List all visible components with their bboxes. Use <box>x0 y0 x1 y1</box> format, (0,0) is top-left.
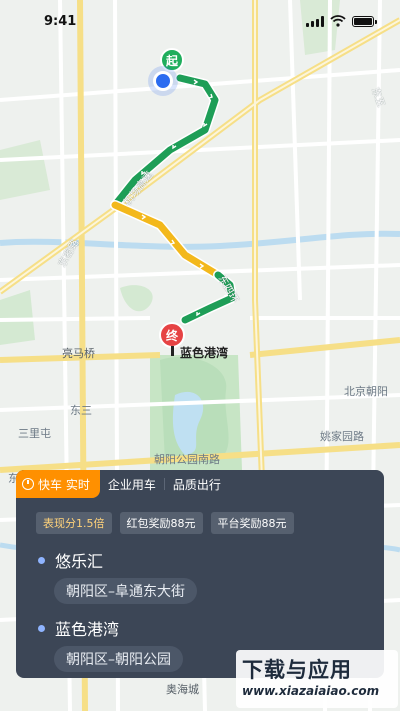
place-label-chaoyang-park-south: 朝阳公园南路 <box>154 453 220 466</box>
end-pin-stem <box>171 346 174 356</box>
dropoff-dot-icon <box>38 624 45 632</box>
badge-platform: 平台奖励88元 <box>210 512 294 534</box>
badge-performance: 表现分1.5倍 <box>36 512 112 534</box>
place-label-aohaicheng: 奥海城 <box>166 683 199 696</box>
tab-label: 企业用车 <box>107 477 156 492</box>
tab-premium[interactable]: 品质出行 <box>165 470 229 498</box>
place-label-liangmaqiao: 亮马桥 <box>62 347 95 360</box>
tab-express-realtime[interactable]: 快车 实时 <box>16 470 100 498</box>
tab-label: 快车 实时 <box>38 477 90 492</box>
ride-type-tabs: 快车 实时 企业用车 品质出行 <box>16 470 384 498</box>
watermark-title: 下载与应用 <box>242 658 352 682</box>
place-label-sanlitun: 三里屯 <box>18 427 51 440</box>
current-location-dot <box>153 71 173 91</box>
reward-badges: 表现分1.5倍 红包奖励88元 平台奖励88元 <box>16 498 384 534</box>
tab-label: 品质出行 <box>172 477 221 492</box>
dropoff-address: 朝阳区–朝阳公园 <box>54 646 183 672</box>
status-bar: 9:41 <box>0 0 400 42</box>
start-marker[interactable]: 起 <box>160 48 184 72</box>
cellular-signal-icon <box>306 15 324 27</box>
clock-icon <box>22 478 34 490</box>
place-label-yaojiayuan: 姚家园路 <box>320 430 364 443</box>
pickup-address: 朝阳区–阜通东大街 <box>54 578 197 604</box>
ride-panel: 快车 实时 企业用车 品质出行 表现分1.5倍 红包奖励88元 平台奖励88元 … <box>16 470 384 678</box>
place-label-dongsan: 东三 <box>70 404 92 417</box>
tab-enterprise[interactable]: 企业用车 <box>100 470 164 498</box>
place-label-beijing-chaoyang: 北京朝阳 <box>344 385 388 398</box>
pickup-location[interactable]: 悠乐汇 朝阳区–阜通东大街 <box>16 548 384 604</box>
badge-red-packet: 红包奖励88元 <box>119 512 203 534</box>
dropoff-name: 蓝色港湾 <box>55 620 120 639</box>
status-icons <box>306 15 377 27</box>
battery-icon <box>352 15 377 27</box>
watermark-url: www.xiazaiaiao.com <box>242 684 380 698</box>
pickup-dot-icon <box>38 556 45 564</box>
watermark-logo: 下载与应用 www.xiazaiaiao.com <box>236 650 398 708</box>
destination-label: 蓝色港湾 <box>180 346 229 360</box>
status-time: 9:41 <box>44 13 77 29</box>
pickup-name: 悠乐汇 <box>55 552 104 571</box>
wifi-icon <box>330 15 346 27</box>
